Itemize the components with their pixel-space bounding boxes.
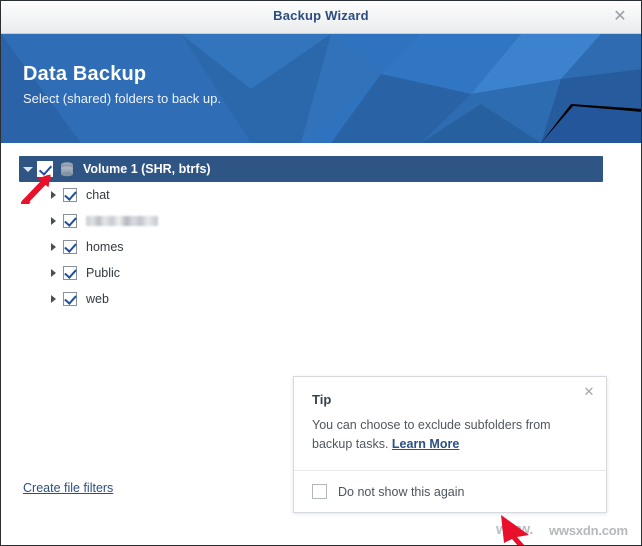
- backup-wizard-window: Backup Wizard ✕ Data Backup Select (shar: [0, 0, 642, 546]
- create-file-filters-link[interactable]: Create file filters: [23, 481, 113, 495]
- tree-row-folder[interactable]: Public: [19, 260, 603, 286]
- folder-label: chat: [86, 188, 110, 202]
- tip-footer: Do not show this again: [294, 470, 606, 512]
- do-not-show-again-checkbox[interactable]: [312, 484, 327, 499]
- chevron-right-icon[interactable]: [45, 260, 63, 286]
- chevron-right-icon[interactable]: [45, 208, 63, 234]
- folder-row-list: chat homes Public web: [19, 182, 603, 312]
- do-not-show-again-label: Do not show this again: [338, 484, 465, 499]
- tip-close-icon[interactable]: ✕: [580, 383, 598, 401]
- folder-checkbox[interactable]: [63, 266, 77, 280]
- chevron-right-icon[interactable]: [45, 182, 63, 208]
- folder-label: Public: [86, 266, 121, 280]
- chevron-down-icon[interactable]: [19, 156, 37, 182]
- tree-row-volume[interactable]: Volume 1 (SHR, btrfs): [19, 156, 603, 182]
- disk-volume-icon: [60, 161, 74, 177]
- folder-tree: Volume 1 (SHR, btrfs) chat homes Public web: [19, 156, 603, 312]
- chevron-right-icon[interactable]: [45, 234, 63, 260]
- wizard-banner: Data Backup Select (shared) folders to b…: [1, 34, 641, 143]
- title-bar: Backup Wizard ✕: [1, 1, 641, 34]
- folder-checkbox[interactable]: [63, 188, 77, 202]
- tip-panel: ✕ Tip You can choose to exclude subfolde…: [293, 376, 607, 513]
- tree-row-folder[interactable]: homes: [19, 234, 603, 260]
- tree-row-folder[interactable]: chat: [19, 182, 603, 208]
- learn-more-link[interactable]: Learn More: [392, 437, 459, 451]
- page-title: Data Backup: [23, 63, 147, 85]
- banner-text-group: Data Backup Select (shared) folders to b…: [23, 62, 221, 107]
- volume-checkbox[interactable]: [37, 161, 53, 177]
- folder-label: homes: [86, 240, 124, 254]
- folder-checkbox[interactable]: [63, 292, 77, 306]
- chevron-right-icon[interactable]: [45, 286, 63, 312]
- folder-checkbox[interactable]: [63, 214, 77, 228]
- window-title: Backup Wizard: [273, 8, 369, 23]
- volume-label: Volume 1 (SHR, btrfs): [83, 162, 211, 176]
- tip-title: Tip: [312, 392, 332, 407]
- wizard-content: Volume 1 (SHR, btrfs) chat homes Public web…: [1, 143, 641, 545]
- tree-row-folder[interactable]: web: [19, 286, 603, 312]
- folder-label-redacted: [86, 216, 158, 226]
- tip-text: You can choose to exclude subfolders fro…: [312, 416, 564, 454]
- folder-label: web: [86, 292, 109, 306]
- tip-body: ✕ Tip You can choose to exclude subfolde…: [294, 377, 606, 470]
- close-icon[interactable]: ✕: [609, 6, 631, 28]
- folder-checkbox[interactable]: [63, 240, 77, 254]
- page-subtitle: Select (shared) folders to back up.: [23, 91, 221, 106]
- tree-row-folder[interactable]: [19, 208, 603, 234]
